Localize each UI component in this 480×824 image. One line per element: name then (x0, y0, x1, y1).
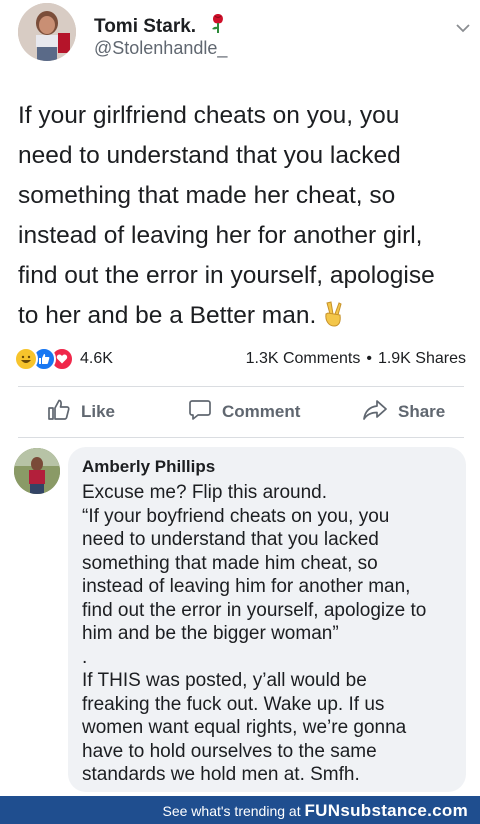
like-label: Like (81, 402, 116, 421)
reaction-count: 4.6K (80, 350, 113, 367)
rose-icon (209, 12, 227, 40)
stats-separator: • (366, 350, 372, 367)
like-button[interactable]: Like (47, 389, 115, 435)
author-handle[interactable]: @Stolenhandle_ (94, 38, 227, 59)
comment-text-line: Excuse me? Flip this around. (82, 482, 328, 503)
watermark-bar: See what's trending at FUNsubstance.com (0, 796, 480, 824)
comment-text-line: women want equal rights, we’re gonna (82, 717, 407, 738)
thumbs-up-icon (47, 398, 81, 427)
share-button[interactable]: Share (362, 389, 445, 435)
author-name[interactable]: Tomi Stark. (94, 12, 227, 40)
post-text: If your girlfriend cheats on you, you ne… (18, 96, 468, 340)
comment-text-line: instead of leaving him for another man, (82, 576, 411, 597)
shares-count[interactable]: 1.9K Shares (378, 350, 466, 367)
divider (18, 437, 464, 438)
watermark-text: See what's trending at FUNsubstance.com (163, 801, 469, 821)
post-header: Tomi Stark. @Stolenhandle_ (0, 0, 480, 80)
share-label: Share (398, 402, 446, 421)
watermark-caption: See what's trending at (162, 803, 301, 819)
reactions-summary[interactable]: 4.6K (14, 347, 113, 371)
comment-text-line: him and be the bigger woman” (82, 623, 339, 644)
commenter-avatar[interactable] (14, 448, 60, 494)
divider (18, 386, 464, 387)
comment-label: Comment (222, 402, 301, 421)
post-actions: Like Comment Share (0, 389, 480, 435)
chevron-down-icon[interactable] (455, 20, 471, 38)
comment-text-line: standards we hold men at. Smfh. (82, 764, 360, 785)
comment-text-line: “If your boyfriend cheats on you, you (82, 505, 390, 527)
comment-button[interactable]: Comment (188, 389, 300, 435)
author-name-text[interactable]: Tomi Stark. (94, 16, 196, 37)
comment-text-line: freaking the fuck out. Wake up. If us (82, 693, 385, 715)
comment-text: Excuse me? Flip this around. “If your bo… (82, 481, 462, 787)
haha-reaction-icon (14, 347, 38, 371)
engagement-stats: 1.3K Comments • 1.9K Shares (246, 350, 466, 368)
comment-text-line: If THIS was posted, y’all would be (82, 670, 367, 691)
post-text-line: something that made her cheat, so (18, 182, 396, 209)
comment-text-line: have to hold ourselves to the same (82, 740, 377, 762)
comment-text-line: need to understand that you lacked (82, 529, 379, 550)
victory-hand-icon (322, 300, 344, 340)
post-text-line: instead of leaving her for another girl, (18, 222, 423, 249)
comment-text-line: find out the error in yourself, apologiz… (82, 599, 427, 621)
comment-text-line: . (82, 646, 88, 668)
author-avatar[interactable] (18, 3, 76, 61)
post-text-line: need to understand that you lacked (18, 142, 401, 169)
comment-text-line: something that made him cheat, so (82, 552, 378, 574)
commenter-name[interactable]: Amberly Phillips (82, 457, 215, 477)
post-text-line: If your girlfriend cheats on you, you (18, 102, 400, 129)
share-arrow-icon (362, 398, 398, 427)
post-text-line: find out the error in yourself, apologis… (18, 262, 435, 289)
watermark-brand: FUNsubstance.com (304, 801, 468, 820)
speech-bubble-icon (188, 398, 222, 427)
post-text-line: to her and be a Better man. (18, 302, 317, 329)
comments-count[interactable]: 1.3K Comments (246, 350, 361, 367)
post-text-last-line: to her and be a Better man. (18, 296, 468, 340)
